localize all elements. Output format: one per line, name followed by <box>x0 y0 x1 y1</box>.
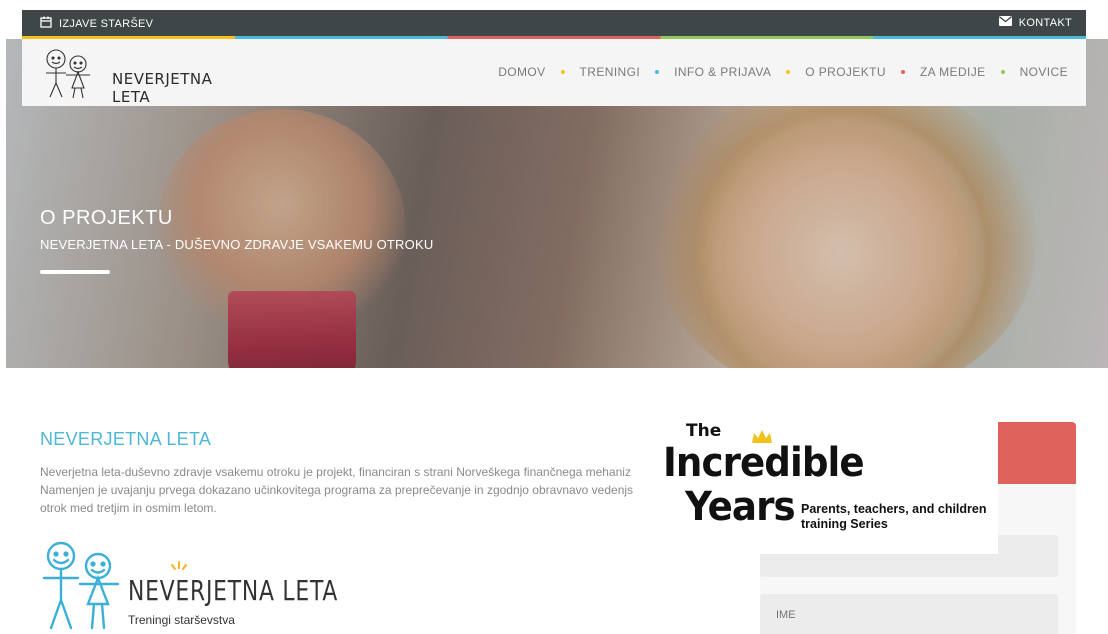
hero-underline <box>40 270 110 274</box>
nav-dot <box>655 70 660 74</box>
nav-for-media-label: ZA MEDIJE <box>919 65 986 79</box>
nav-about-project[interactable]: O PROJEKTU <box>805 65 920 79</box>
paragraph-line: Neverjetna leta-duševno zdravje vsakemu … <box>40 465 631 479</box>
incredible-years-logo: The Incredible Years Parents, teachers, … <box>661 420 998 554</box>
series-line-2: training Series <box>801 517 888 531</box>
site-logo[interactable]: NEVERJETNA LETA <box>38 45 218 106</box>
paragraph-line: Namenjen je uvajanju prvega dokazano uči… <box>40 483 634 497</box>
neverjetna-leta-logo-subtitle: Treningi starševstva <box>128 613 235 627</box>
nav-about-project-label: O PROJEKTU <box>805 65 886 79</box>
nav-home[interactable]: DOMOV <box>498 65 579 79</box>
nav-for-media[interactable]: ZA MEDIJE <box>920 65 1020 79</box>
incredible-years-incredible: Incredible <box>663 440 865 486</box>
series-line-1: Parents, teachers, and children <box>801 502 987 516</box>
nav-dot <box>1000 70 1005 74</box>
hero-subtitle: NEVERJETNA LETA - DUŠEVNO ZDRAVJE VSAKEM… <box>40 237 434 252</box>
parent-testimonials-link[interactable]: IZJAVE STARŠEV <box>40 16 153 31</box>
neverjetna-leta-logo-text: NEVERJETNA LETA <box>128 574 339 607</box>
top-utility-bar: IZJAVE STARŠEV KONTAKT <box>22 10 1086 36</box>
nav-home-label: DOMOV <box>498 65 546 79</box>
paragraph-line: otrok med tretjim in osmim letom. <box>40 501 217 515</box>
envelope-icon <box>998 16 1012 29</box>
nav-dot <box>560 70 565 74</box>
contact-link[interactable]: KONTAKT <box>998 16 1072 29</box>
incredible-years-the: The <box>686 421 722 441</box>
calendar-icon <box>40 16 52 31</box>
nav-dot <box>900 70 905 74</box>
incredible-years-years: Years <box>685 484 796 530</box>
nav-news[interactable]: NOVICE <box>1020 65 1068 79</box>
main-navbar: NEVERJETNA LETA DOMOV TRENINGI INFO & PR… <box>22 39 1086 106</box>
main-menu: DOMOV TRENINGI INFO & PRIJAVA O PROJEKTU… <box>498 65 1068 79</box>
section-paragraph: Neverjetna leta-duševno zdravje vsakemu … <box>40 463 655 525</box>
nav-trainings-label: TRENINGI <box>579 65 641 79</box>
contact-label: KONTAKT <box>1018 16 1072 29</box>
children-logo-icon <box>46 49 90 99</box>
incredible-years-series: Parents, teachers, and children training… <box>801 502 987 532</box>
nav-dot <box>786 70 791 74</box>
nav-news-label: NOVICE <box>1019 65 1068 79</box>
nav-info-registration-label: INFO & PRIJAVA <box>674 65 772 79</box>
parent-testimonials-label: IZJAVE STARŠEV <box>59 17 154 30</box>
hero-title: O PROJEKTU <box>40 207 173 229</box>
nav-info-registration[interactable]: INFO & PRIJAVA <box>674 65 805 79</box>
nav-trainings[interactable]: TRENINGI <box>580 65 675 79</box>
name-field[interactable] <box>760 594 1058 634</box>
section-title: NEVERJETNA LETA <box>40 429 212 449</box>
site-logo-text: NEVERJETNA LETA <box>112 70 213 106</box>
